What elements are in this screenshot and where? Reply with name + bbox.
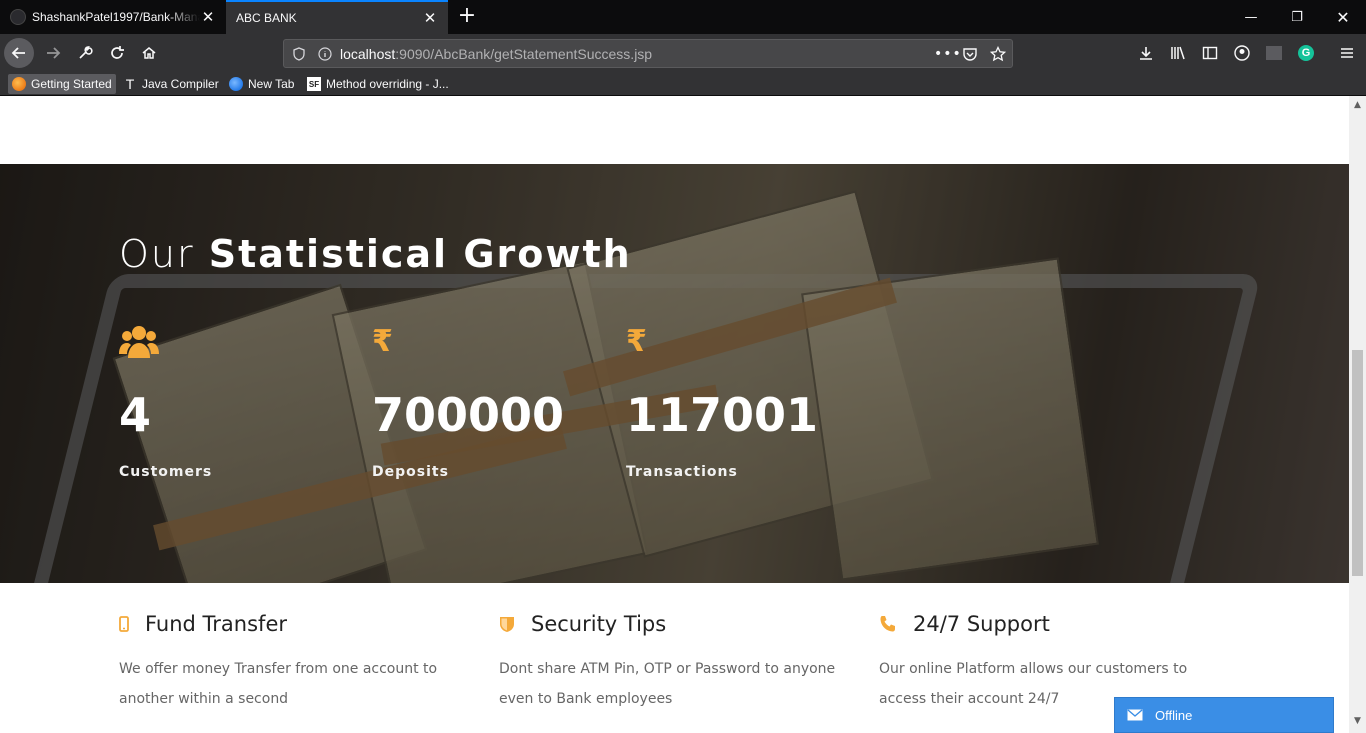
feature-description: Dont share ATM Pin, OTP or Password to a… xyxy=(499,661,836,707)
sidebar-icon xyxy=(1202,46,1218,60)
stat-transactions: ₹ 117001 Transactions xyxy=(626,324,866,480)
extension-icon xyxy=(1266,46,1282,60)
downloads-button[interactable] xyxy=(1131,38,1161,68)
stats-heading: Our Statistical Growth xyxy=(119,232,632,276)
stat-value: 4 xyxy=(119,388,152,442)
bookmark-label: Java Compiler xyxy=(142,77,219,91)
shield-tracking-icon[interactable] xyxy=(292,46,306,61)
tab-abc-bank[interactable]: ABC BANK ✕ xyxy=(226,0,448,34)
sidebar-button[interactable] xyxy=(1195,38,1225,68)
bookmark-label: Method overriding - J... xyxy=(326,77,449,91)
close-tab-icon[interactable]: ✕ xyxy=(422,10,438,27)
users-icon xyxy=(119,324,359,362)
stat-customers: 4 Customers xyxy=(119,324,359,480)
stats-heading-light: Our xyxy=(119,232,195,276)
feature-title: 24/7 Support xyxy=(913,612,1050,636)
minimize-button[interactable]: — xyxy=(1228,0,1274,34)
close-window-button[interactable]: ✕ xyxy=(1320,0,1366,34)
pocket-icon[interactable] xyxy=(962,46,978,62)
arrow-left-icon xyxy=(11,47,25,59)
feature-description: We offer money Transfer from one account… xyxy=(119,661,438,707)
chat-status-label: Offline xyxy=(1155,707,1193,723)
tab-title: ShashankPatel1997/Bank-Management-System xyxy=(32,10,200,24)
sf-icon: SF xyxy=(307,77,321,91)
feature-title: Security Tips xyxy=(531,612,667,636)
forward-button[interactable] xyxy=(38,38,68,68)
page-scrollbar[interactable]: ▲ ▼ xyxy=(1349,96,1366,733)
navigation-toolbar: localhost:9090/AbcBank/getStatementSucce… xyxy=(0,34,1366,72)
statistics-section: Our Statistical Growth 4 Customers ₹ 700… xyxy=(0,164,1349,583)
scroll-thumb[interactable] xyxy=(1352,350,1363,576)
account-icon xyxy=(1234,45,1250,61)
account-button[interactable] xyxy=(1227,38,1257,68)
reload-icon xyxy=(111,46,124,59)
bookmarks-toolbar: Getting Started T Java Compiler New Tab … xyxy=(0,72,1366,96)
chat-widget-offline[interactable]: Offline xyxy=(1114,697,1334,733)
feature-fund-transfer: Fund Transfer We offer money Transfer fr… xyxy=(119,612,469,714)
rupee-icon: ₹ xyxy=(372,324,393,359)
text-cursor-icon: T xyxy=(125,76,135,92)
ellipsis-icon[interactable]: ••• xyxy=(934,46,962,62)
wrench-icon xyxy=(79,46,93,59)
reload-button[interactable] xyxy=(102,38,132,68)
stat-value: 700000 xyxy=(372,388,565,442)
address-bar[interactable]: localhost:9090/AbcBank/getStatementSucce… xyxy=(283,39,1013,68)
restore-button[interactable]: ❐ xyxy=(1274,0,1320,34)
url-path: :9090/AbcBank/getStatementSuccess.jsp xyxy=(395,45,653,62)
phone-icon xyxy=(879,615,913,633)
scroll-down-icon[interactable]: ▼ xyxy=(1349,712,1366,729)
download-icon xyxy=(1140,47,1152,60)
bookmark-new-tab[interactable]: New Tab xyxy=(225,74,298,94)
hamburger-icon xyxy=(1341,48,1353,58)
arrow-right-icon xyxy=(47,47,61,59)
close-tab-icon[interactable]: ✕ xyxy=(200,9,216,26)
firefox-nightly-icon xyxy=(229,77,243,91)
grammarly-icon: G xyxy=(1298,45,1314,61)
bookmark-label: Getting Started xyxy=(31,77,112,91)
url-text[interactable]: localhost:9090/AbcBank/getStatementSucce… xyxy=(340,46,652,62)
tab-title: ABC BANK xyxy=(236,11,297,25)
envelope-icon xyxy=(1127,709,1143,721)
info-icon[interactable] xyxy=(318,46,332,61)
bookmark-getting-started[interactable]: Getting Started xyxy=(8,74,116,94)
feature-security-tips: Security Tips Dont share ATM Pin, OTP or… xyxy=(499,612,849,714)
stat-label: Deposits xyxy=(372,464,449,480)
page-viewport: Our Statistical Growth 4 Customers ₹ 700… xyxy=(0,96,1349,733)
tools-button[interactable] xyxy=(70,38,100,68)
star-icon[interactable] xyxy=(990,45,1006,62)
stat-label: Customers xyxy=(119,464,213,480)
new-tab-button[interactable]: + xyxy=(456,4,478,28)
back-button[interactable] xyxy=(4,38,34,68)
stat-deposits: ₹ 700000 Deposits xyxy=(372,324,612,480)
bookmark-java-compiler[interactable]: T Java Compiler xyxy=(119,74,223,94)
extension-button[interactable] xyxy=(1259,38,1289,68)
tab-strip: ShashankPatel1997/Bank-Management-System… xyxy=(0,0,1366,34)
stat-label: Transactions xyxy=(626,464,738,480)
mobile-icon xyxy=(119,616,145,632)
shield-icon xyxy=(499,615,531,633)
github-favicon-icon xyxy=(10,9,26,25)
scroll-up-icon[interactable]: ▲ xyxy=(1349,96,1366,113)
home-icon xyxy=(142,47,156,59)
firefox-icon xyxy=(12,77,26,91)
bookmark-method-overriding[interactable]: SF Method overriding - J... xyxy=(303,74,453,94)
feature-title: Fund Transfer xyxy=(145,612,287,636)
menu-button[interactable] xyxy=(1332,38,1362,68)
url-host: localhost xyxy=(340,45,396,62)
library-button[interactable] xyxy=(1163,38,1193,68)
rupee-icon: ₹ xyxy=(626,324,647,359)
library-icon xyxy=(1171,46,1185,60)
stat-value: 117001 xyxy=(626,388,819,442)
tab-github[interactable]: ShashankPatel1997/Bank-Management-System… xyxy=(0,0,226,34)
home-button[interactable] xyxy=(134,38,164,68)
stats-heading-bold: Statistical Growth xyxy=(208,232,632,276)
bookmark-label: New Tab xyxy=(248,77,295,91)
grammarly-button[interactable]: G xyxy=(1291,38,1321,68)
